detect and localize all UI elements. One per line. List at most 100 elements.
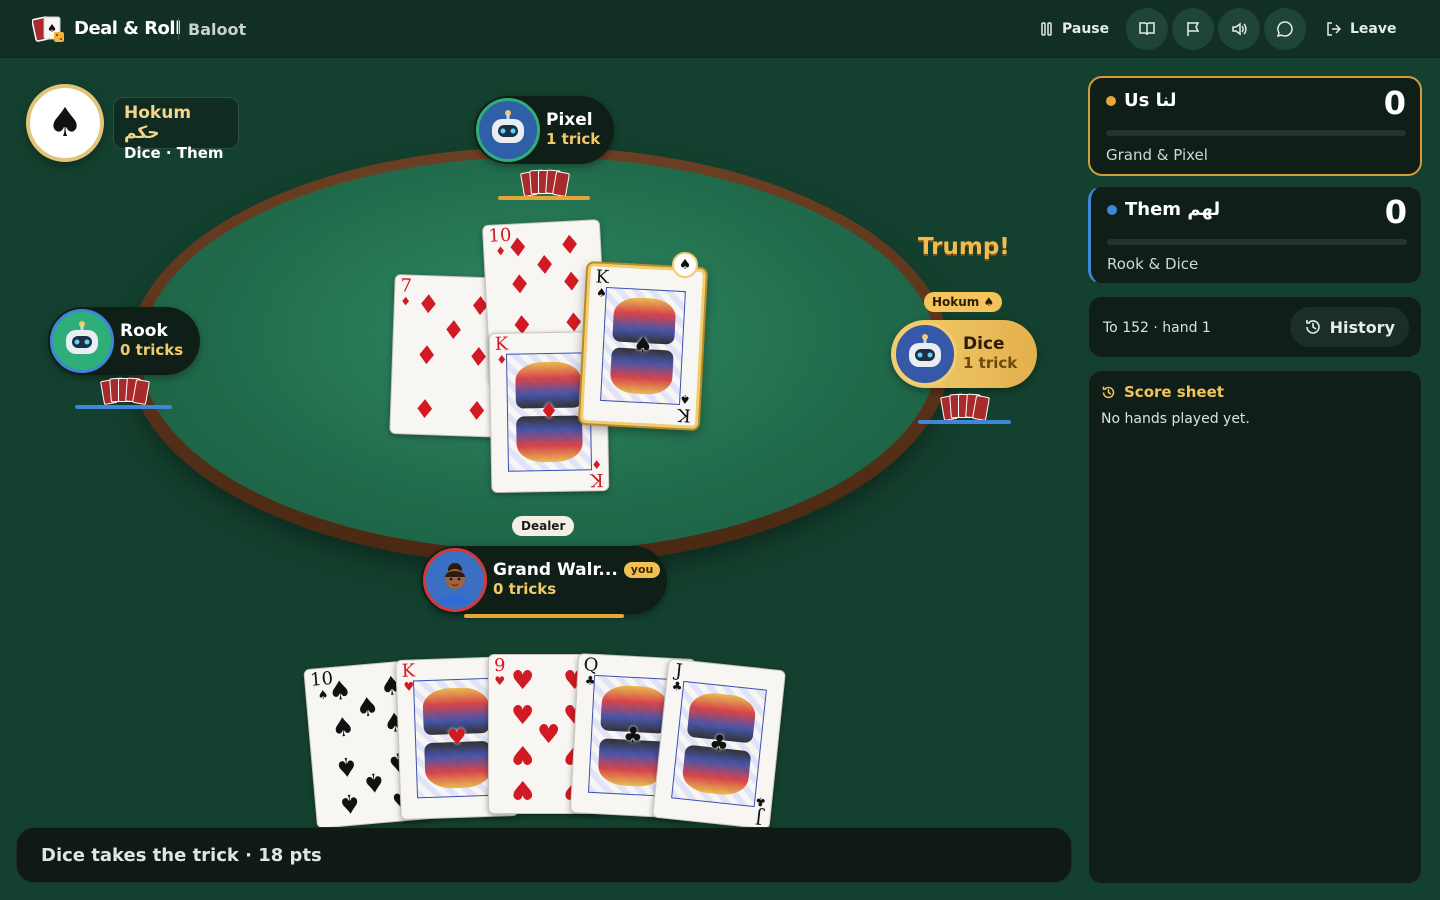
player-name: Rook (120, 321, 168, 341)
face-card-art: ♣ (671, 680, 767, 808)
card-pip: ♦ (464, 393, 489, 425)
trump-announcement: Trump! (918, 234, 1010, 260)
contract-declarer: Dice · Them (124, 144, 224, 162)
score-sheet-title: Score sheet (1124, 383, 1224, 401)
team-indicator-right (918, 420, 1011, 424)
exit-icon (1327, 22, 1342, 36)
card-pip: ♦ (532, 250, 558, 282)
contract-type: Hokum حكم (124, 103, 192, 143)
score-card-us: Us لنا 0 Grand & Pixel (1088, 76, 1422, 176)
player-tricks: 1 trick (963, 354, 1018, 372)
history-icon (1305, 320, 1320, 334)
card-pip: ♥ (511, 700, 535, 731)
history-icon (1102, 386, 1115, 398)
dealer-badge: Dealer (512, 516, 575, 536)
card-pip: ♦ (559, 266, 585, 298)
player-name: Grand Walr... (493, 560, 618, 580)
team-dot (1106, 95, 1116, 106)
score-progress (1107, 239, 1407, 245)
flag-icon (1187, 22, 1200, 36)
face-card-art: ♠ (600, 286, 686, 406)
brand-name: Deal & Roll (74, 18, 181, 39)
team-name: Us لنا (1124, 90, 1177, 111)
match-target-panel: To 152 · hand 1 History (1088, 296, 1422, 358)
team-dot (1107, 204, 1117, 215)
logo-icon: ♠ (32, 16, 64, 42)
score-sheet-empty: No hands played yet. (1101, 411, 1250, 427)
history-button[interactable]: History (1289, 307, 1409, 347)
player-name: Pixel (546, 110, 593, 130)
card-pip: ♠ (327, 675, 353, 708)
leave-button[interactable]: Leave (1318, 14, 1404, 44)
seat-right-dice: Dice 1 trick (891, 320, 1037, 388)
player-tricks: 1 trick (546, 130, 601, 148)
team-members: Rook & Dice (1107, 255, 1199, 273)
card-pip: ♦ (561, 305, 587, 337)
avatar (476, 98, 540, 162)
opponent-hand-top (520, 169, 570, 198)
top-bar: ♠ Deal & Roll Baloot Pause Leave (0, 0, 1440, 58)
card-pip: ♥ (511, 774, 535, 805)
card-rank: 7 ♦ (399, 275, 413, 309)
spade-icon: ♠ (47, 100, 83, 146)
player-tricks: 0 tricks (120, 341, 184, 359)
card-pip: ♠ (330, 712, 357, 744)
seat-bottom-you: Grand Walr... you 0 tricks (421, 546, 667, 614)
card-pip: ♦ (412, 391, 438, 423)
card-pip: ♠ (354, 692, 381, 725)
contract-info: Hokum حكم Dice · Them (113, 97, 239, 162)
pause-icon (1041, 22, 1052, 36)
trump-suit-indicator: ♠ (26, 84, 104, 162)
status-bar: Dice takes the trick · 18 pts (16, 827, 1072, 883)
team-indicator-top (498, 196, 590, 200)
team-indicator-left (75, 405, 172, 409)
hokum-badge: Hokum ♠ (924, 292, 1003, 312)
pause-label: Pause (1062, 21, 1110, 37)
card-pip: ♦ (441, 316, 466, 347)
leave-label: Leave (1350, 21, 1397, 37)
robot-icon (909, 334, 941, 367)
chat-bubble-icon (1276, 21, 1293, 38)
sound-button[interactable] (1218, 8, 1260, 50)
player-tricks: 0 tricks (493, 580, 557, 598)
card-pip: ♥ (537, 720, 561, 750)
pause-button[interactable]: Pause (1030, 14, 1119, 44)
seat-left-rook: Rook 0 tricks (48, 307, 200, 375)
rules-button[interactable] (1126, 8, 1168, 50)
card-pip: ♦ (414, 340, 439, 372)
score-sheet-panel: Score sheet No hands played yet. (1088, 370, 1422, 884)
speaker-icon (1232, 22, 1247, 36)
book-icon (1139, 22, 1155, 36)
card-pip: ♠ (361, 765, 387, 798)
card-pip: ♠ (336, 786, 363, 819)
hand-card[interactable]: J ♣ J ♣ ♣ (651, 658, 787, 830)
opponent-hand-left (100, 377, 150, 406)
robot-icon (66, 321, 98, 354)
avatar (423, 548, 487, 612)
card-pip: ♦ (557, 230, 583, 262)
team-name: Them لهم (1125, 199, 1221, 220)
status-message: Dice takes the trick · 18 pts (41, 844, 322, 866)
history-label: History (1329, 317, 1395, 337)
chat-button[interactable] (1264, 8, 1306, 50)
player-name: Dice (963, 334, 1005, 354)
avatar (893, 322, 957, 386)
trump-marker-icon: ♠ (672, 252, 698, 278)
trick-card: K ♠ K ♠ ♠ (579, 263, 707, 429)
team-score: 0 (1383, 84, 1406, 122)
score-card-them: Them لهم 0 Rook & Dice (1088, 186, 1422, 284)
person-avatar-icon (440, 563, 470, 603)
card-rank: 9 ♥ (494, 655, 506, 688)
team-members: Grand & Pixel (1106, 146, 1208, 164)
card-pip: ♦ (466, 342, 491, 374)
brand-divider (178, 18, 179, 40)
score-progress (1106, 130, 1406, 136)
opponent-hand-right (940, 393, 990, 422)
card-pip: ♦ (416, 289, 441, 321)
face-card-art: ♦ (505, 352, 593, 472)
card-pip: ♥ (511, 739, 535, 770)
you-badge: you (623, 562, 661, 578)
report-button[interactable] (1172, 8, 1214, 50)
robot-icon (492, 110, 524, 143)
card-pip: ♠ (333, 750, 360, 783)
